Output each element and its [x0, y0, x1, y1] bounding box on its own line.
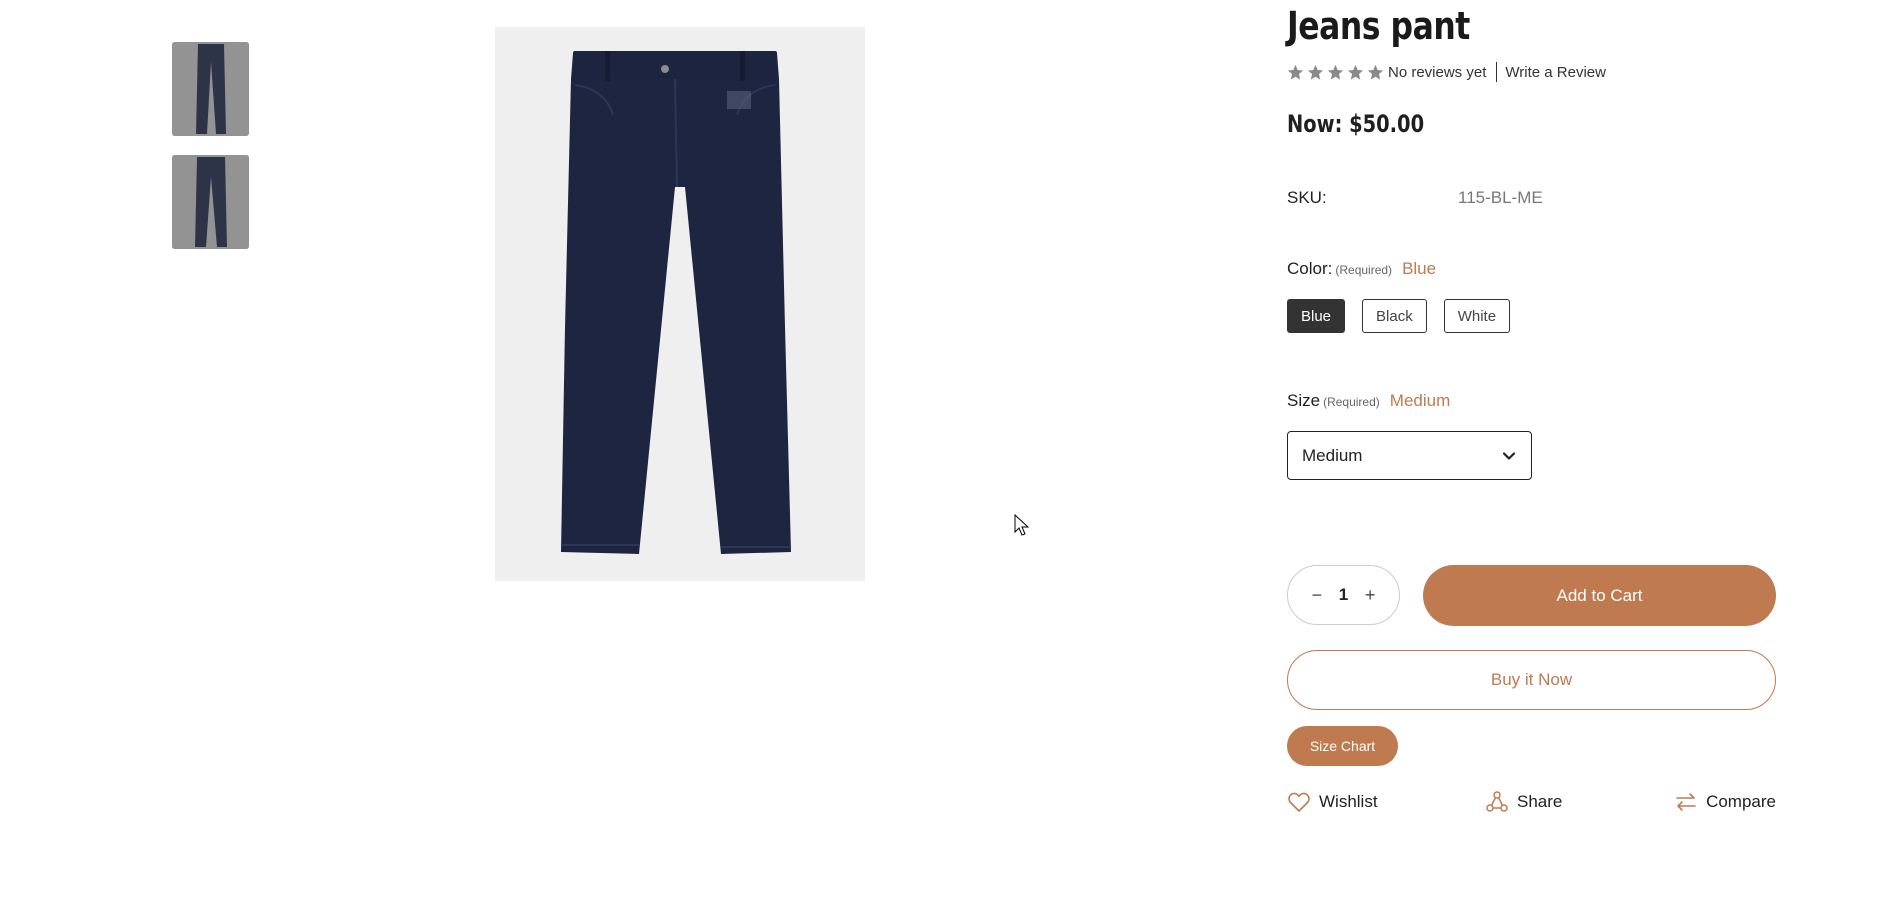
size-option-label: Size (Required) Medium — [1287, 391, 1450, 411]
product-title: Jeans pant — [1287, 4, 1470, 48]
wishlist-label: Wishlist — [1319, 792, 1378, 811]
quantity-decrease-button[interactable]: − — [1305, 585, 1329, 606]
star-icon — [1287, 64, 1304, 80]
compare-label: Compare — [1706, 792, 1776, 811]
share-button[interactable]: Share — [1485, 790, 1562, 814]
mouse-cursor-icon — [1014, 514, 1030, 536]
size-selected-text: Medium — [1389, 391, 1451, 410]
size-select[interactable]: Medium — [1287, 431, 1532, 480]
buy-it-now-button[interactable]: Buy it Now — [1287, 650, 1776, 710]
size-label-text: Size — [1287, 391, 1321, 410]
reviews-count-text: No reviews yet — [1388, 63, 1487, 81]
star-rating[interactable] — [1287, 64, 1384, 81]
share-label: Share — [1517, 792, 1563, 811]
compare-icon — [1676, 793, 1696, 811]
star-icon — [1327, 64, 1344, 80]
product-price: Now: $50.00 — [1287, 110, 1425, 138]
chevron-down-icon — [1502, 451, 1516, 460]
color-option-label: Color: (Required) Blue — [1287, 259, 1436, 279]
size-chart-button[interactable]: Size Chart — [1287, 726, 1398, 766]
rating-divider — [1496, 62, 1498, 82]
compare-button[interactable]: Compare — [1674, 790, 1776, 814]
jeans-thumbnail-icon — [172, 42, 249, 136]
jeans-image-icon — [495, 27, 865, 581]
quantity-increase-button[interactable]: + — [1358, 585, 1382, 606]
sku-value: 115-BL-ME — [1458, 188, 1543, 207]
wishlist-button[interactable]: Wishlist — [1287, 790, 1378, 814]
quantity-value[interactable]: 1 — [1339, 585, 1348, 605]
color-swatch-white[interactable]: White — [1443, 299, 1511, 333]
star-icon — [1367, 64, 1384, 80]
color-label-text: Color: — [1287, 259, 1333, 278]
heart-icon — [1288, 792, 1310, 812]
product-actions: Wishlist Share Compare — [1287, 790, 1776, 816]
size-select-value: Medium — [1302, 445, 1363, 465]
color-swatch-black[interactable]: Black — [1362, 299, 1427, 333]
thumbnail-1[interactable] — [172, 42, 249, 136]
sku-label: SKU: — [1287, 188, 1327, 207]
main-product-image — [495, 27, 865, 581]
thumbnail-2[interactable] — [172, 155, 249, 249]
color-swatch-blue[interactable]: Blue — [1287, 299, 1346, 333]
add-to-cart-button[interactable]: Add to Cart — [1423, 565, 1776, 626]
jeans-thumbnail-alt-icon — [172, 155, 249, 249]
star-icon — [1347, 64, 1364, 80]
size-required-text: (Required) — [1323, 395, 1380, 409]
rating-row: No reviews yet Write a Review — [1287, 61, 1606, 83]
color-required-text: (Required) — [1335, 263, 1393, 277]
share-icon — [1486, 791, 1508, 812]
color-swatches: Blue Black White — [1287, 299, 1511, 333]
star-icon — [1307, 64, 1324, 80]
write-review-link[interactable]: Write a Review — [1505, 64, 1606, 81]
quantity-stepper: − 1 + — [1287, 565, 1400, 625]
color-selected-text: Blue — [1402, 259, 1437, 278]
